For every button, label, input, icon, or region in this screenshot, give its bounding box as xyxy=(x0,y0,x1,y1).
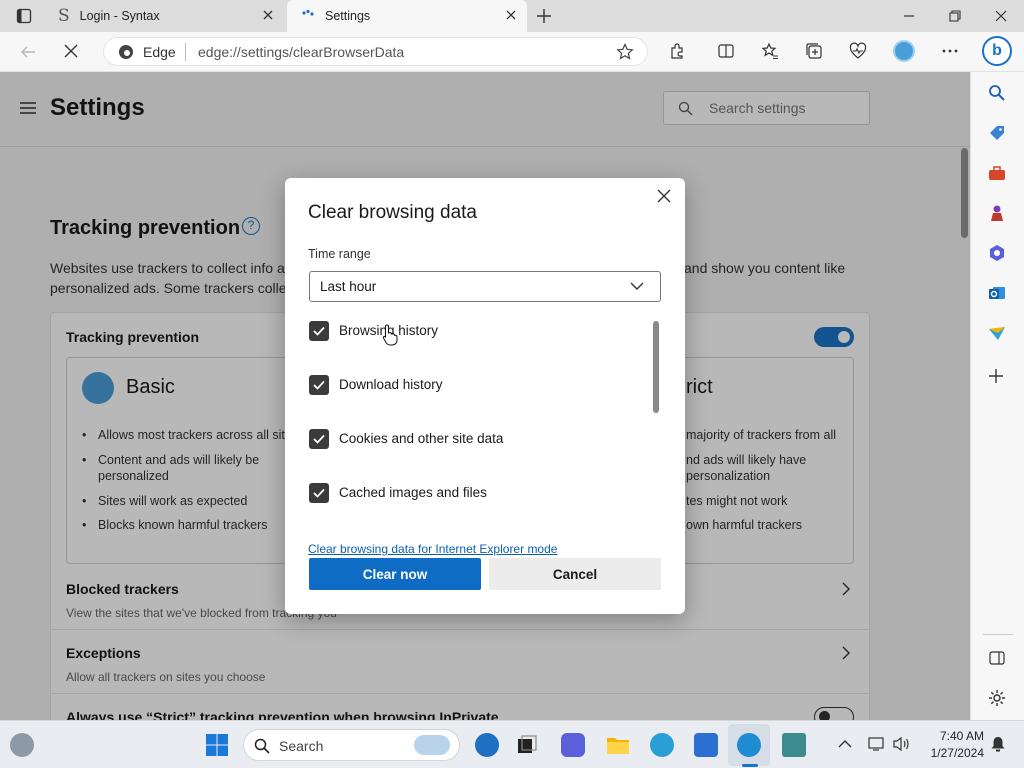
outlook-icon[interactable] xyxy=(988,284,1006,302)
profile-avatar[interactable] xyxy=(893,40,915,62)
cookies-label[interactable]: Cookies and other site data xyxy=(339,431,503,446)
add-icon[interactable] xyxy=(988,368,1004,384)
weather-widget-icon[interactable] xyxy=(10,733,34,757)
tab-title: Login - Syntax xyxy=(79,9,160,23)
search-icon xyxy=(254,738,270,754)
edge-icon[interactable] xyxy=(650,733,674,757)
download-history-label[interactable]: Download history xyxy=(339,377,443,392)
download-history-checkbox[interactable] xyxy=(309,375,329,395)
edge-logo-icon xyxy=(118,44,134,60)
file-explorer-icon[interactable] xyxy=(606,733,630,757)
new-tab-icon[interactable] xyxy=(536,8,552,24)
taskbar: Search 7:40 AM 1/27/2024 xyxy=(0,720,1024,768)
stop-loading-icon[interactable] xyxy=(63,43,79,59)
send-icon[interactable] xyxy=(988,324,1006,342)
clock-time[interactable]: 7:40 AM xyxy=(934,729,984,743)
network-icon[interactable] xyxy=(867,736,885,752)
restore-icon[interactable] xyxy=(948,9,962,23)
syntax-favicon-icon: S xyxy=(58,6,70,26)
cached-images-label[interactable]: Cached images and files xyxy=(339,485,487,500)
more-menu-icon[interactable] xyxy=(941,42,959,60)
time-range-select[interactable]: Last hour xyxy=(309,271,661,302)
url-text[interactable]: edge://settings/clearBrowserData xyxy=(198,44,404,60)
tools-icon[interactable] xyxy=(988,164,1006,182)
dialog-scrollbar[interactable] xyxy=(653,321,659,413)
edge-brand-label: Edge xyxy=(143,44,176,60)
extensions-icon[interactable] xyxy=(668,42,686,60)
divider xyxy=(185,43,186,61)
shopping-tag-icon[interactable] xyxy=(988,124,1006,142)
sidebar-panel-icon[interactable] xyxy=(989,650,1005,666)
volume-icon[interactable] xyxy=(892,736,910,752)
notification-icon[interactable] xyxy=(990,736,1006,752)
close-tab-icon[interactable] xyxy=(262,9,274,21)
tab-actions-icon[interactable] xyxy=(16,8,32,24)
chevron-up-icon[interactable] xyxy=(838,739,852,749)
active-indicator xyxy=(742,764,758,767)
edge-active-icon[interactable] xyxy=(737,733,761,757)
search-icon[interactable] xyxy=(988,84,1006,102)
back-icon[interactable] xyxy=(19,43,37,61)
games-icon[interactable] xyxy=(988,204,1006,222)
favorites-icon[interactable] xyxy=(761,42,779,60)
search-highlight-icon xyxy=(414,735,450,755)
split-screen-icon[interactable] xyxy=(717,42,735,60)
taskbar-search[interactable]: Search xyxy=(243,729,460,761)
tab-login-syntax[interactable]: S Login - Syntax xyxy=(46,0,284,32)
address-bar[interactable]: Edge edge://settings/clearBrowserData xyxy=(103,37,648,66)
tab-settings[interactable]: Settings xyxy=(287,0,527,32)
tab-bar: S Login - Syntax Settings xyxy=(0,0,1024,32)
time-range-label: Time range xyxy=(308,247,371,261)
microsoft-365-icon[interactable] xyxy=(988,244,1006,262)
browsing-history-checkbox[interactable] xyxy=(309,321,329,341)
settings-gear-icon[interactable] xyxy=(988,689,1006,707)
edge-beta-icon[interactable] xyxy=(475,733,499,757)
teams-chat-icon[interactable] xyxy=(561,733,585,757)
dialog-title: Clear browsing data xyxy=(308,202,477,223)
start-icon[interactable] xyxy=(205,733,229,757)
close-window-icon[interactable] xyxy=(994,9,1008,23)
task-view-icon[interactable] xyxy=(515,733,539,757)
store-icon[interactable] xyxy=(694,733,718,757)
mouse-cursor-icon xyxy=(382,324,398,346)
minimize-icon[interactable] xyxy=(902,9,916,23)
close-tab-icon[interactable] xyxy=(505,9,517,21)
cached-images-checkbox[interactable] xyxy=(309,483,329,503)
clear-now-button[interactable]: Clear now xyxy=(309,558,481,590)
clock-date[interactable]: 1/27/2024 xyxy=(922,746,984,760)
cancel-button[interactable]: Cancel xyxy=(489,558,661,590)
favorite-star-icon[interactable] xyxy=(616,43,634,61)
collections-icon[interactable] xyxy=(805,42,823,60)
search-label: Search xyxy=(279,738,324,754)
clear-browsing-data-dialog: Clear browsing data Time range Last hour… xyxy=(285,178,685,614)
close-dialog-icon[interactable] xyxy=(657,189,671,203)
tab-title: Settings xyxy=(325,9,371,23)
ie-mode-link[interactable]: Clear browsing data for Internet Explore… xyxy=(308,542,557,556)
time-range-value: Last hour xyxy=(320,279,377,294)
divider xyxy=(983,634,1013,635)
chevron-down-icon xyxy=(630,282,644,291)
edge-sidebar xyxy=(970,72,1024,720)
page-scrollbar[interactable] xyxy=(961,148,968,238)
cookies-checkbox[interactable] xyxy=(309,429,329,449)
remote-desktop-icon[interactable] xyxy=(782,733,806,757)
loading-spinner-icon xyxy=(301,9,315,23)
browser-essentials-icon[interactable] xyxy=(849,42,867,60)
bing-copilot-icon[interactable]: b xyxy=(982,36,1012,66)
